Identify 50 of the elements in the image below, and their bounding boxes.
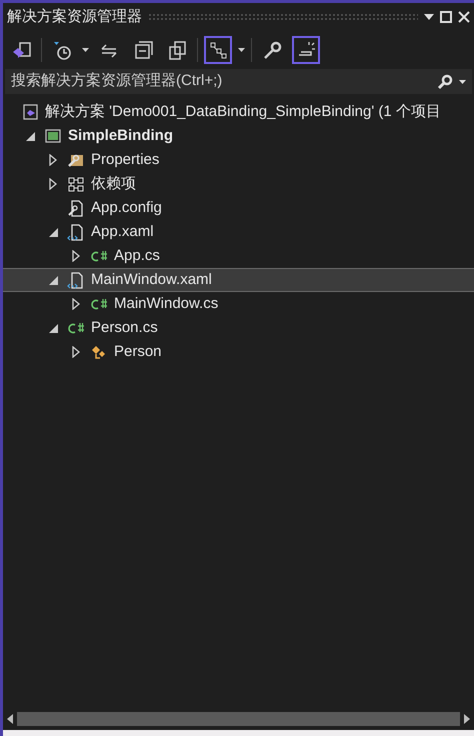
solution-icon xyxy=(21,103,39,121)
tree-item-label: MainWindow.xaml xyxy=(91,270,212,290)
scrollbar-thumb[interactable] xyxy=(17,712,460,726)
dropdown-icon[interactable] xyxy=(82,48,89,52)
dropdown-icon[interactable] xyxy=(459,80,466,84)
tree-item-label: Person.cs xyxy=(91,318,158,338)
hierarchy-icon xyxy=(208,40,228,60)
tree-row[interactable]: Person xyxy=(3,340,474,364)
tree-row[interactable]: Person.cs xyxy=(3,316,474,340)
tree-row[interactable]: MainWindow.xaml xyxy=(3,268,474,292)
maximize-icon[interactable] xyxy=(440,11,452,23)
dependency-graph-icon xyxy=(67,175,85,193)
tree-row[interactable]: App.xaml xyxy=(3,220,474,244)
tree-item-label: App.config xyxy=(91,198,162,218)
hierarchy-button[interactable] xyxy=(204,36,232,64)
clock-icon xyxy=(52,40,72,60)
tree-item-label: App.cs xyxy=(114,246,160,266)
csharp-project-icon xyxy=(44,127,62,145)
xaml-file-icon xyxy=(67,223,85,241)
tree-row[interactable]: 解决方案 'Demo001_DataBinding_SimpleBinding' (1 个项目 xyxy=(3,100,474,124)
tree-item-label: Properties xyxy=(91,150,160,170)
dropdown-icon[interactable] xyxy=(238,48,245,52)
close-icon[interactable] xyxy=(458,11,470,23)
vs-logo-icon xyxy=(10,40,32,60)
tree-row[interactable]: MainWindow.cs xyxy=(3,292,474,316)
tree-item-label: 依赖项 xyxy=(91,174,136,194)
collapse-all-icon xyxy=(132,40,154,60)
search-icon[interactable] xyxy=(437,74,453,90)
scroll-right-icon[interactable] xyxy=(464,714,470,724)
tree-row[interactable]: App.cs xyxy=(3,244,474,268)
wrench-icon xyxy=(262,40,282,60)
tree-row[interactable]: Properties xyxy=(3,148,474,172)
scroll-left-icon[interactable] xyxy=(7,714,13,724)
tree-item-label: 解决方案 'Demo001_DataBinding_SimpleBinding' (1 个项目 xyxy=(45,102,441,122)
xaml-file-icon xyxy=(67,271,85,289)
config-file-icon xyxy=(67,199,85,217)
dropdown-icon[interactable] xyxy=(424,14,434,20)
copy-icon xyxy=(166,40,188,60)
tree-item-label: App.xaml xyxy=(91,222,154,242)
class-icon xyxy=(90,343,108,361)
tree-item-label: Person xyxy=(114,342,162,362)
tree-row[interactable]: App.config xyxy=(3,196,474,220)
tree-item-label: SimpleBinding xyxy=(68,126,173,146)
tree-item-label: MainWindow.cs xyxy=(114,294,218,314)
window-title: 解决方案资源管理器 xyxy=(7,6,142,27)
tree-row[interactable]: SimpleBinding xyxy=(3,124,474,148)
tree-row[interactable]: 依赖项 xyxy=(3,172,474,196)
preview-button[interactable] xyxy=(292,36,320,64)
search-box[interactable]: 搜索解决方案资源管理器(Ctrl+;) xyxy=(5,69,472,94)
search-field[interactable]: 搜索解决方案资源管理器(Ctrl+;) xyxy=(11,70,437,93)
